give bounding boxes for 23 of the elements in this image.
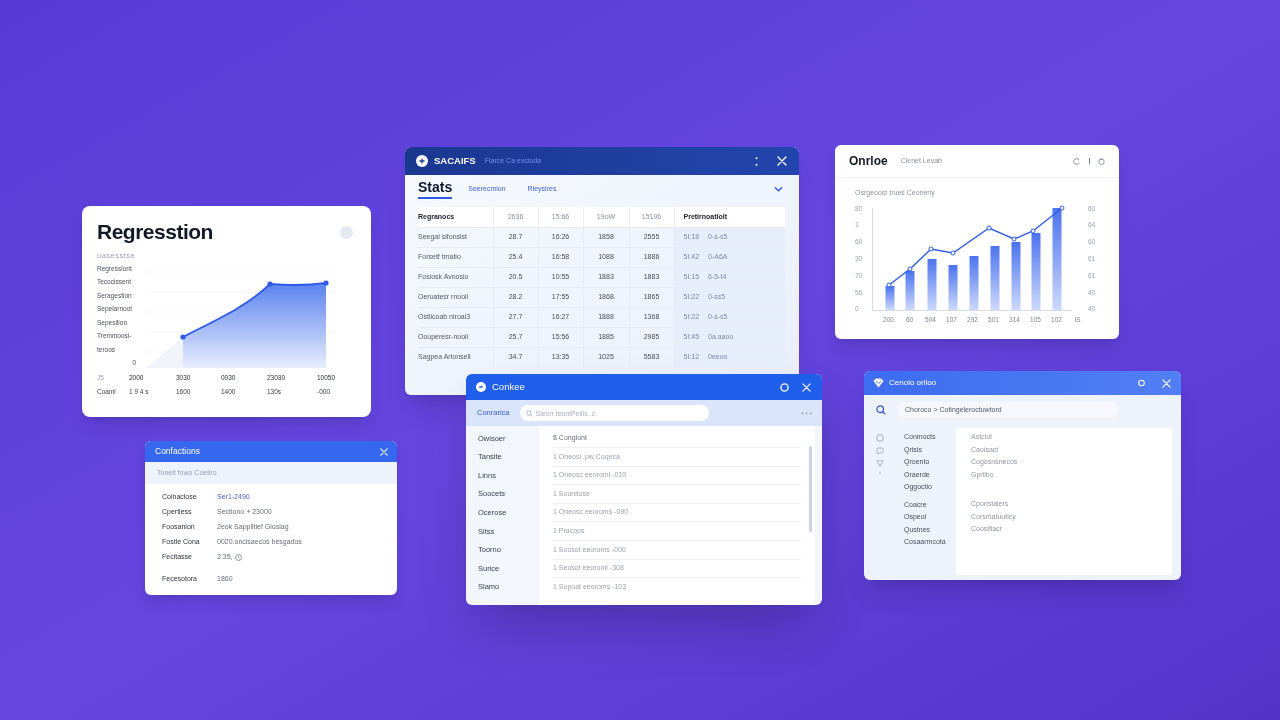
circle-icon[interactable] bbox=[1098, 157, 1105, 165]
close-icon[interactable] bbox=[802, 382, 811, 392]
gem-icon bbox=[873, 378, 884, 388]
tab[interactable]: Stats bbox=[418, 179, 453, 199]
chevron-down-icon[interactable] bbox=[774, 186, 783, 192]
window-title: SACAIFS bbox=[434, 153, 476, 168]
search-icon[interactable] bbox=[876, 405, 886, 415]
search-icon bbox=[525, 409, 533, 417]
refresh-icon[interactable] bbox=[1073, 157, 1080, 165]
scrollbar[interactable] bbox=[809, 446, 812, 532]
close-icon[interactable] bbox=[1162, 378, 1171, 388]
circle-icon bbox=[340, 225, 353, 239]
close-icon[interactable] bbox=[380, 447, 388, 456]
close-icon[interactable] bbox=[777, 156, 787, 166]
plus-icon bbox=[416, 155, 428, 167]
more-options-icon[interactable] bbox=[755, 156, 758, 166]
card-title: Onrloe bbox=[849, 153, 888, 170]
minus-icon bbox=[476, 382, 486, 392]
window-title: Cenoio orlloo bbox=[889, 377, 937, 389]
card-title: Regresstion bbox=[97, 219, 213, 245]
clock-icon bbox=[234, 554, 242, 561]
card-title: Confactions bbox=[155, 445, 200, 458]
window-title: Conkee bbox=[492, 379, 525, 394]
